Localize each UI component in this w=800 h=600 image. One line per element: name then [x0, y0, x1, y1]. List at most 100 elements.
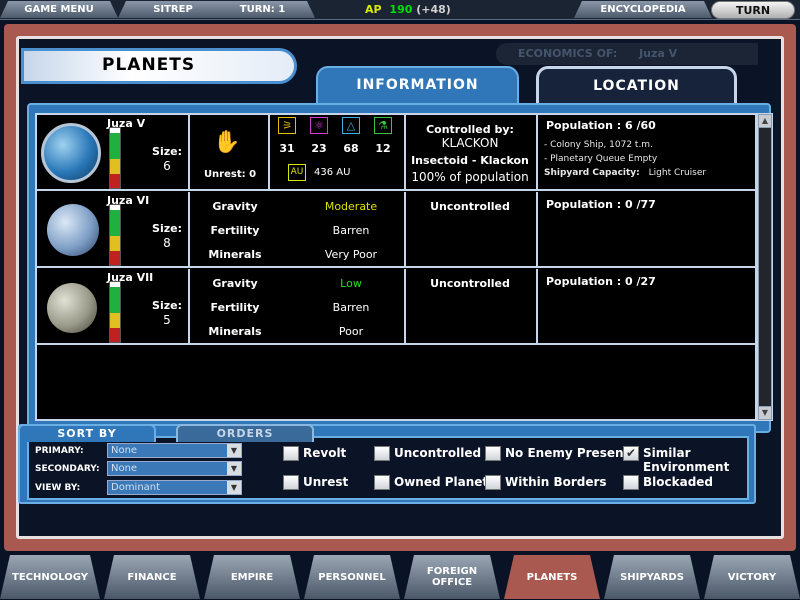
population-cell: Population : 0 /77 — [538, 192, 755, 268]
sort-content: PRIMARY: None ▼ SECONDARY: None ▼ VIEW BY:… — [27, 436, 749, 500]
planet-summary: Juza V Size: 6 — [37, 115, 190, 191]
distance-icon: AU — [288, 164, 306, 181]
secondary-select[interactable]: None ▼ — [107, 461, 242, 476]
viewby-select[interactable]: Dominant ▼ — [107, 480, 242, 495]
revolt-checkbox[interactable] — [283, 446, 299, 461]
owned-planets-checkbox[interactable] — [374, 475, 390, 490]
unrest-filter-label: Unrest — [303, 475, 349, 489]
tab-sort-by[interactable]: SORT BY — [18, 424, 156, 442]
no-enemy-checkbox[interactable] — [485, 446, 501, 461]
morale-bar — [109, 204, 121, 266]
uncontrolled-label: Uncontrolled — [430, 277, 510, 290]
encyclopedia-button[interactable]: ENCYCLOPEDIA — [574, 1, 712, 18]
food-value: 31 — [279, 142, 295, 155]
revolt-label: Revolt — [303, 446, 347, 460]
resource-value: 190 — [389, 3, 413, 16]
no-enemy-label: No Enemy Presence — [505, 446, 639, 460]
blockaded-checkbox[interactable] — [623, 475, 639, 490]
scroll-up-icon[interactable]: ▲ — [759, 115, 771, 127]
economics-of: ECONOMICS OF: Juza V — [496, 43, 758, 65]
output-cell: ⚞ ⚛ △ ⚗ 31 23 68 12 AU 436 AU — [270, 115, 406, 191]
size-label: Size: — [152, 145, 182, 158]
research-value: 68 — [343, 142, 359, 155]
planet-list-scrollbar[interactable]: ▲ ▼ — [757, 113, 773, 421]
nav-shipyards[interactable]: SHIPYARDS — [604, 555, 700, 599]
within-borders-label: Within Borders — [505, 475, 607, 489]
environment-cell: Gravity Low Fertility Barren Minerals Po… — [190, 269, 406, 345]
planet-summary: Juza VII Size: 5 — [37, 269, 190, 345]
controlled-by-label: Controlled by: — [426, 123, 514, 136]
minerals-label: Minerals — [208, 248, 262, 261]
planet-summary: Juza VI Size: 8 — [37, 192, 190, 268]
planet-row[interactable]: Juza V Size: 6 ✋ Unrest: 0 ⚞ ⚛ △ ⚗ 31 23… — [37, 115, 755, 191]
race-label: Insectoid - Klackon — [411, 154, 529, 167]
planet-image — [47, 283, 97, 333]
economics-label: ECONOMICS OF: — [518, 47, 618, 60]
scroll-track[interactable] — [759, 128, 771, 406]
uncontrolled-label: Uncontrolled — [430, 200, 510, 213]
population-percent: 100% of population — [411, 170, 529, 184]
economics-value: Juza V — [639, 47, 678, 60]
nav-technology[interactable]: TECHNOLOGY — [0, 555, 100, 599]
scroll-down-icon[interactable]: ▼ — [759, 407, 771, 419]
shipyard-value: Light Cruiser — [648, 168, 707, 178]
planet-row[interactable]: Juza VI Size: 8 Gravity Moderate Fertili… — [37, 192, 755, 268]
nav-empire[interactable]: EMPIRE — [204, 555, 300, 599]
unrest-checkbox[interactable] — [283, 475, 299, 490]
gravity-label: Gravity — [212, 277, 258, 290]
viewby-label: VIEW BY: — [35, 483, 81, 493]
fertility-label: Fertility — [210, 224, 260, 237]
within-borders-checkbox[interactable] — [485, 475, 501, 490]
nav-finance[interactable]: FINANCE — [104, 555, 200, 599]
game-menu-button[interactable]: GAME MENU — [0, 1, 118, 18]
food-icon: ⚞ — [278, 117, 296, 134]
minerals-value: Poor — [338, 325, 364, 338]
primary-select-value: None — [111, 445, 138, 456]
note-item: - Colony Ship, 1072 t.m. — [544, 140, 653, 150]
top-bar: GAME MENU SITREP TURN: 1 AP 190 (+48) EN… — [0, 0, 800, 20]
science-value: 12 — [375, 142, 391, 155]
minerals-label: Minerals — [208, 325, 262, 338]
tab-location[interactable]: LOCATION — [536, 66, 737, 106]
size-value: 5 — [163, 313, 171, 327]
chevron-down-icon: ▼ — [227, 462, 241, 475]
secondary-label: SECONDARY: — [35, 464, 100, 474]
industry-value: 23 — [311, 142, 327, 155]
size-value: 8 — [163, 236, 171, 250]
nav-planets[interactable]: PLANETS — [504, 555, 600, 599]
distance-value: 436 AU — [314, 167, 351, 178]
fertility-value: Barren — [332, 301, 370, 314]
note-item: - Planetary Queue Empty — [544, 154, 658, 164]
shipyard-capacity: Shipyard Capacity: Light Cruiser — [544, 167, 706, 179]
uncontrolled-filter-label: Uncontrolled — [394, 446, 482, 460]
tab-information[interactable]: INFORMATION — [316, 66, 519, 106]
gravity-label: Gravity — [212, 200, 258, 213]
control-cell: Uncontrolled — [406, 269, 538, 345]
unrest-cell: ✋ Unrest: 0 — [190, 115, 270, 191]
similar-environment-checkbox[interactable]: ✔ — [623, 446, 639, 461]
population-label: Population : 6 /60 — [546, 119, 656, 132]
nav-victory[interactable]: VICTORY — [704, 555, 800, 599]
control-cell: Controlled by: KLACKON Insectoid - Klack… — [406, 115, 538, 191]
planet-image — [47, 204, 99, 256]
resource-delta: (+48) — [416, 3, 451, 16]
nav-foreign-office[interactable]: FOREIGN OFFICE — [404, 555, 500, 599]
science-icon: ⚗ — [374, 117, 392, 134]
primary-label: PRIMARY: — [35, 446, 84, 456]
owned-planets-label: Owned Planets — [394, 475, 496, 489]
control-cell: Uncontrolled — [406, 192, 538, 268]
nav-personnel[interactable]: PERSONNEL — [304, 555, 400, 599]
thumbs-up-icon: ✋ — [213, 130, 241, 155]
morale-bar — [109, 281, 121, 343]
morale-bar — [109, 127, 121, 189]
industry-icon: ⚛ — [310, 117, 328, 134]
tab-orders[interactable]: ORDERS — [176, 424, 314, 442]
planet-row[interactable]: Juza VII Size: 5 Gravity Low Fertility B… — [37, 269, 755, 345]
similar-environment-label: Similar Environment — [643, 446, 730, 474]
antares-icon: AP — [365, 3, 382, 16]
controller-name: KLACKON — [441, 136, 499, 150]
uncontrolled-checkbox[interactable] — [374, 446, 390, 461]
turn-button[interactable]: TURN — [711, 1, 795, 19]
primary-select[interactable]: None ▼ — [107, 443, 242, 458]
shipyard-label: Shipyard Capacity: — [544, 168, 640, 178]
